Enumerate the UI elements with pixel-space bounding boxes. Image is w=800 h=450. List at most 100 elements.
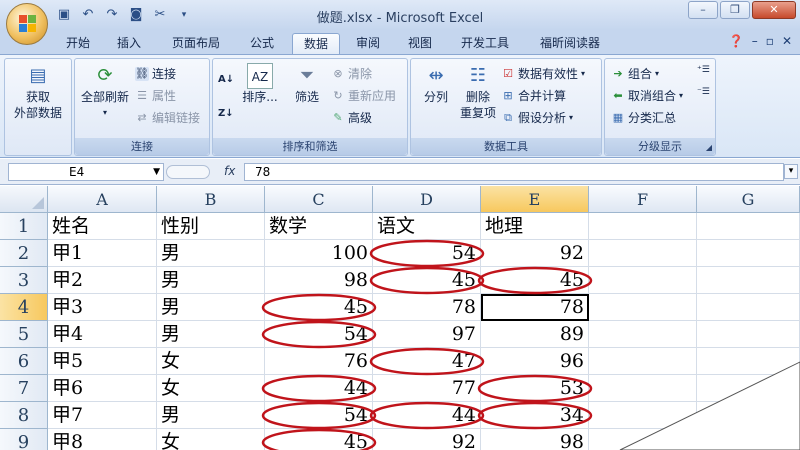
cell-a9[interactable]: 甲8 xyxy=(48,429,157,450)
row-header-5[interactable]: 5 xyxy=(0,321,48,348)
column-header-c[interactable]: C xyxy=(265,186,373,213)
group-button[interactable]: ➔ 组合 ▾ xyxy=(611,65,659,82)
select-all-button[interactable] xyxy=(0,186,48,213)
sort-ascending-button[interactable]: A↓ xyxy=(218,73,234,87)
cell-g1[interactable] xyxy=(697,213,800,240)
column-header-a[interactable]: A xyxy=(48,186,157,213)
cell-g8[interactable] xyxy=(697,402,800,429)
cell-a5[interactable]: 甲4 xyxy=(48,321,157,348)
ribbon-restore-icon[interactable]: ▫ xyxy=(766,34,774,48)
hide-detail-icon[interactable]: ⁻☰ xyxy=(697,87,710,97)
formula-input[interactable]: 78 xyxy=(244,163,784,181)
advanced-filter-button[interactable]: ✎ 高级 xyxy=(331,109,372,126)
clear-filter-button[interactable]: ⊗ 清除 xyxy=(331,65,372,82)
name-box[interactable]: E4 ▼ xyxy=(8,163,164,181)
cell-f7[interactable] xyxy=(589,375,697,402)
row-header-3[interactable]: 3 xyxy=(0,267,48,294)
tab-formulas[interactable]: 公式 xyxy=(240,33,284,54)
cell-d4[interactable]: 78 xyxy=(373,294,481,321)
cell-c9[interactable]: 45 xyxy=(265,429,373,450)
cell-f1[interactable] xyxy=(589,213,697,240)
insert-function-icon[interactable]: fx xyxy=(224,164,235,178)
cell-a1[interactable]: 姓名 xyxy=(48,213,157,240)
cell-c2[interactable]: 100 xyxy=(265,240,373,267)
outline-dialog-launcher-icon[interactable]: ◢ xyxy=(706,143,712,152)
ribbon-minimize-icon[interactable]: – xyxy=(752,34,758,48)
cell-b4[interactable]: 男 xyxy=(157,294,265,321)
row-header-1[interactable]: 1 xyxy=(0,213,48,240)
column-header-d[interactable]: D xyxy=(373,186,481,213)
cell-a7[interactable]: 甲6 xyxy=(48,375,157,402)
cell-d9[interactable]: 92 xyxy=(373,429,481,450)
tab-page-layout[interactable]: 页面布局 xyxy=(160,33,232,54)
row-header-7[interactable]: 7 xyxy=(0,375,48,402)
cell-e4[interactable]: 78 xyxy=(481,294,589,321)
cell-b7[interactable]: 女 xyxy=(157,375,265,402)
name-box-dropdown-icon[interactable]: ▼ xyxy=(153,164,160,180)
tab-foxit-reader[interactable]: 福昕阅读器 xyxy=(528,33,612,54)
row-header-9[interactable]: 9 xyxy=(0,429,48,450)
cell-f9[interactable] xyxy=(589,429,697,450)
cell-a2[interactable]: 甲1 xyxy=(48,240,157,267)
cell-a3[interactable]: 甲2 xyxy=(48,267,157,294)
formula-bar-resize-handle[interactable] xyxy=(166,165,210,179)
get-external-data-button[interactable]: ▤ 获取 外部数据 xyxy=(7,63,69,121)
cell-b8[interactable]: 男 xyxy=(157,402,265,429)
cell-a4[interactable]: 甲3 xyxy=(48,294,157,321)
restore-button[interactable]: ❐ xyxy=(720,1,750,19)
reapply-button[interactable]: ↻ 重新应用 xyxy=(331,87,396,104)
cell-c1[interactable]: 数学 xyxy=(265,213,373,240)
edit-links-button[interactable]: ⇄ 编辑链接 xyxy=(135,109,200,126)
cell-f6[interactable] xyxy=(589,348,697,375)
connections-button[interactable]: ⛓ 连接 xyxy=(135,65,176,82)
cell-g2[interactable] xyxy=(697,240,800,267)
sort-button[interactable]: AZ 排序... xyxy=(239,63,281,105)
column-header-f[interactable]: F xyxy=(589,186,697,213)
column-header-g[interactable]: G xyxy=(697,186,800,213)
row-header-6[interactable]: 6 xyxy=(0,348,48,375)
filter-button[interactable]: ⏷ 筛选 xyxy=(287,63,327,105)
column-header-e[interactable]: E xyxy=(481,186,589,213)
cell-c3[interactable]: 98 xyxy=(265,267,373,294)
cell-g9[interactable] xyxy=(697,429,800,450)
tab-review[interactable]: 审阅 xyxy=(346,33,390,54)
data-validation-button[interactable]: ☑ 数据有效性 ▾ xyxy=(501,65,585,82)
cell-d1[interactable]: 语文 xyxy=(373,213,481,240)
row-header-4[interactable]: 4 xyxy=(0,294,48,321)
show-detail-icon[interactable]: ⁺☰ xyxy=(697,65,710,75)
cell-e1[interactable]: 地理 xyxy=(481,213,589,240)
cell-e2[interactable]: 92 xyxy=(481,240,589,267)
cell-e6[interactable]: 96 xyxy=(481,348,589,375)
tab-view[interactable]: 视图 xyxy=(398,33,442,54)
cell-d3[interactable]: 45 xyxy=(373,267,481,294)
cell-d6[interactable]: 47 xyxy=(373,348,481,375)
column-header-b[interactable]: B xyxy=(157,186,265,213)
ribbon-close-icon[interactable]: ✕ xyxy=(782,34,792,48)
cell-e9[interactable]: 98 xyxy=(481,429,589,450)
cell-b1[interactable]: 性别 xyxy=(157,213,265,240)
tab-data[interactable]: 数据 xyxy=(292,33,340,54)
cell-c8[interactable]: 54 xyxy=(265,402,373,429)
row-header-8[interactable]: 8 xyxy=(0,402,48,429)
sort-descending-button[interactable]: Z↓ xyxy=(218,107,234,121)
office-button[interactable] xyxy=(6,3,48,45)
consolidate-button[interactable]: ⊞ 合并计算 xyxy=(501,87,566,104)
cell-c5[interactable]: 54 xyxy=(265,321,373,348)
cell-b3[interactable]: 男 xyxy=(157,267,265,294)
worksheet-grid[interactable]: A B C D E F G 1 姓名 性别 数学 语文 地理 2 甲1 男 100 54 92 3 甲2 男 98 45 45 4… xyxy=(0,186,800,450)
cell-g3[interactable] xyxy=(697,267,800,294)
ungroup-button[interactable]: ⬅ 取消组合 ▾ xyxy=(611,87,683,104)
cell-a6[interactable]: 甲5 xyxy=(48,348,157,375)
tab-developer[interactable]: 开发工具 xyxy=(450,33,520,54)
cell-f3[interactable] xyxy=(589,267,697,294)
cell-d5[interactable]: 97 xyxy=(373,321,481,348)
what-if-analysis-button[interactable]: ⧉ 假设分析 ▾ xyxy=(501,109,573,126)
close-button[interactable]: ✕ xyxy=(752,1,796,19)
row-header-2[interactable]: 2 xyxy=(0,240,48,267)
tab-home[interactable]: 开始 xyxy=(56,33,100,54)
cell-g5[interactable] xyxy=(697,321,800,348)
cell-b5[interactable]: 男 xyxy=(157,321,265,348)
remove-duplicates-button[interactable]: ☷ 删除 重复项 xyxy=(457,63,499,121)
cell-e7[interactable]: 53 xyxy=(481,375,589,402)
cell-d8[interactable]: 44 xyxy=(373,402,481,429)
